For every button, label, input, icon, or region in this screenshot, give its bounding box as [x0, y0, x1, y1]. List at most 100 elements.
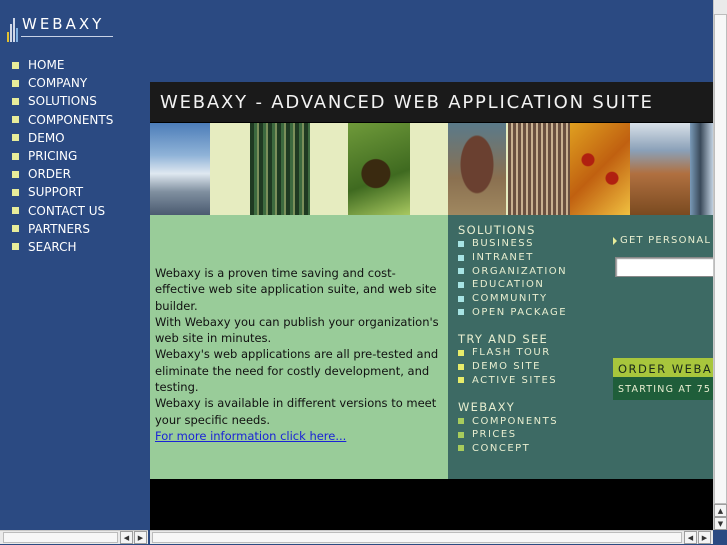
photo-strip — [150, 123, 713, 215]
starting-price-label: STARTING AT 75 — [618, 384, 712, 395]
tower-photo — [690, 123, 713, 215]
menu-item-label: EDUCATION — [472, 279, 545, 291]
bullet-square-icon — [458, 445, 464, 452]
try-and-see-heading: TRY AND SEE — [458, 332, 549, 347]
menu-item-demo-site[interactable]: DEMO SITE — [458, 360, 612, 374]
bullet-square-icon — [12, 61, 19, 69]
scrollbar-thumb[interactable] — [3, 532, 118, 543]
nav-item-label: DEMO — [28, 130, 65, 145]
menu-item-components[interactable]: COMPONENTS — [458, 414, 612, 428]
nav-item-demo[interactable]: DEMO — [12, 129, 113, 147]
bullet-square-icon — [12, 79, 19, 87]
intro-content: Webaxy is a proven time saving and cost-… — [150, 215, 448, 479]
menu-item-label: DEMO SITE — [472, 361, 541, 373]
scrollbar-thumb[interactable] — [714, 14, 727, 504]
menu-item-label: INTRANET — [472, 252, 534, 264]
menu-item-active-sites[interactable]: ACTIVE SITES — [458, 374, 612, 388]
sky-photo — [150, 123, 210, 215]
nav-item-label: CONTACT US — [28, 203, 106, 218]
menu-item-label: ORGANIZATION — [472, 265, 568, 277]
nav-item-label: SUPPORT — [28, 185, 84, 200]
try-and-see-list: FLASH TOUR DEMO SITE ACTIVE SITES — [458, 346, 612, 387]
logo-text: WEBAXY — [22, 15, 105, 33]
nav-item-home[interactable]: HOME — [12, 56, 113, 74]
scroll-left-icon[interactable]: ◀ — [120, 531, 133, 544]
intro-paragraph-4: Webaxy is available in different version… — [155, 396, 437, 427]
nav-item-search[interactable]: SEARCH — [12, 238, 113, 256]
scroll-down-icon[interactable]: ▼ — [714, 517, 727, 530]
page-title: WEBAXY - ADVANCED WEB APPLICATION SUITE — [160, 91, 654, 113]
scroll-right-icon[interactable]: ▶ — [698, 531, 711, 544]
nav-item-partners[interactable]: PARTNERS — [12, 220, 113, 238]
bullet-square-icon — [12, 97, 19, 105]
menu-item-intranet[interactable]: INTRANET — [458, 251, 612, 265]
nav-item-components[interactable]: COMPONENTS — [12, 111, 113, 129]
menu-item-prices[interactable]: PRICES — [458, 428, 612, 442]
intro-paragraph-1: Webaxy is a proven time saving and cost-… — [155, 266, 437, 313]
more-info-link[interactable]: For more information click here... — [155, 428, 442, 444]
nav-item-label: PARTNERS — [28, 221, 90, 236]
bullet-square-icon — [458, 418, 464, 425]
child-photo — [448, 123, 506, 215]
menu-item-label: CONCEPT — [472, 442, 531, 454]
scroll-left-icon[interactable]: ◀ — [684, 531, 697, 544]
menu-item-flash-tour[interactable]: FLASH TOUR — [458, 346, 612, 360]
get-personal-heading: GET PERSONAL — [613, 235, 711, 246]
scroll-right-icon[interactable]: ▶ — [134, 531, 147, 544]
webaxy-heading: WEBAXY — [458, 400, 516, 415]
logo-bars-icon — [7, 18, 19, 42]
order-button[interactable]: ORDER WEBA — [613, 358, 713, 377]
nav-item-pricing[interactable]: PRICING — [12, 147, 113, 165]
bullet-square-icon — [458, 240, 464, 247]
bullet-square-icon — [458, 349, 464, 356]
webaxy-list: COMPONENTS PRICES CONCEPT — [458, 414, 612, 455]
nav-item-order[interactable]: ORDER — [12, 165, 113, 183]
solutions-heading: SOLUTIONS — [458, 223, 536, 237]
bullet-square-icon — [12, 207, 19, 215]
bullet-square-icon — [458, 295, 464, 302]
menu-item-education[interactable]: EDUCATION — [458, 278, 612, 292]
menu-item-label: COMPONENTS — [472, 415, 559, 427]
bullet-square-icon — [458, 377, 464, 384]
menu-item-community[interactable]: COMMUNITY — [458, 292, 612, 306]
menu-item-organization[interactable]: ORGANIZATION — [458, 264, 612, 278]
bullet-square-icon — [12, 134, 19, 142]
nav-item-label: SEARCH — [28, 239, 77, 254]
nav-item-label: COMPANY — [28, 76, 88, 91]
intro-paragraph-3: Webaxy's web applications are all pre-te… — [155, 347, 439, 395]
bullet-square-icon — [12, 225, 19, 233]
menu-item-concept[interactable]: CONCEPT — [458, 442, 612, 456]
nav-item-label: ORDER — [28, 167, 71, 182]
bullet-square-icon — [12, 243, 19, 251]
left-frame: WEBAXY HOME COMPANY SOLUTIONS COMPONENTS… — [0, 0, 148, 530]
section-menu: SOLUTIONS BUSINESS INTRANET ORGANIZATION… — [448, 215, 612, 479]
solutions-list: BUSINESS INTRANET ORGANIZATION EDUCATION… — [458, 237, 612, 319]
nav-item-label: SOLUTIONS — [28, 94, 97, 109]
insect-photo — [348, 123, 410, 215]
get-personal-label: GET PERSONAL — [620, 235, 712, 246]
menu-item-business[interactable]: BUSINESS — [458, 237, 612, 251]
scroll-up-icon[interactable]: ▲ — [714, 504, 727, 517]
nav-item-label: PRICING — [28, 149, 78, 164]
menu-item-open-package[interactable]: OPEN PACKAGE — [458, 305, 612, 319]
nav-item-support[interactable]: SUPPORT — [12, 183, 113, 201]
bullet-square-icon — [458, 268, 464, 275]
bullet-square-icon — [12, 170, 19, 178]
personal-email-input[interactable] — [615, 257, 713, 277]
starting-price-badge: STARTING AT 75 — [613, 377, 713, 400]
nav-item-solutions[interactable]: SOLUTIONS — [12, 92, 113, 110]
left-frame-horizontal-scrollbar[interactable]: ◀ ▶ — [0, 530, 148, 544]
bullet-square-icon — [458, 281, 464, 288]
bullet-square-icon — [458, 431, 464, 438]
order-button-label: ORDER WEBA — [618, 362, 713, 376]
main-frame-horizontal-scrollbar[interactable]: ◀ ▶ — [150, 530, 713, 544]
nav-item-company[interactable]: COMPANY — [12, 74, 113, 92]
webaxy-logo[interactable]: WEBAXY — [7, 14, 117, 42]
page-banner: WEBAXY - ADVANCED WEB APPLICATION SUITE — [150, 82, 713, 122]
building-photo — [508, 123, 570, 215]
nav-item-contact-us[interactable]: CONTACT US — [12, 202, 113, 220]
menu-item-label: PRICES — [472, 429, 517, 441]
main-frame-vertical-scrollbar[interactable]: ▲ ▼ — [713, 0, 727, 530]
right-column: GET PERSONAL ORDER WEBA STARTING AT 75 — [612, 215, 713, 479]
scrollbar-thumb[interactable] — [152, 532, 682, 543]
